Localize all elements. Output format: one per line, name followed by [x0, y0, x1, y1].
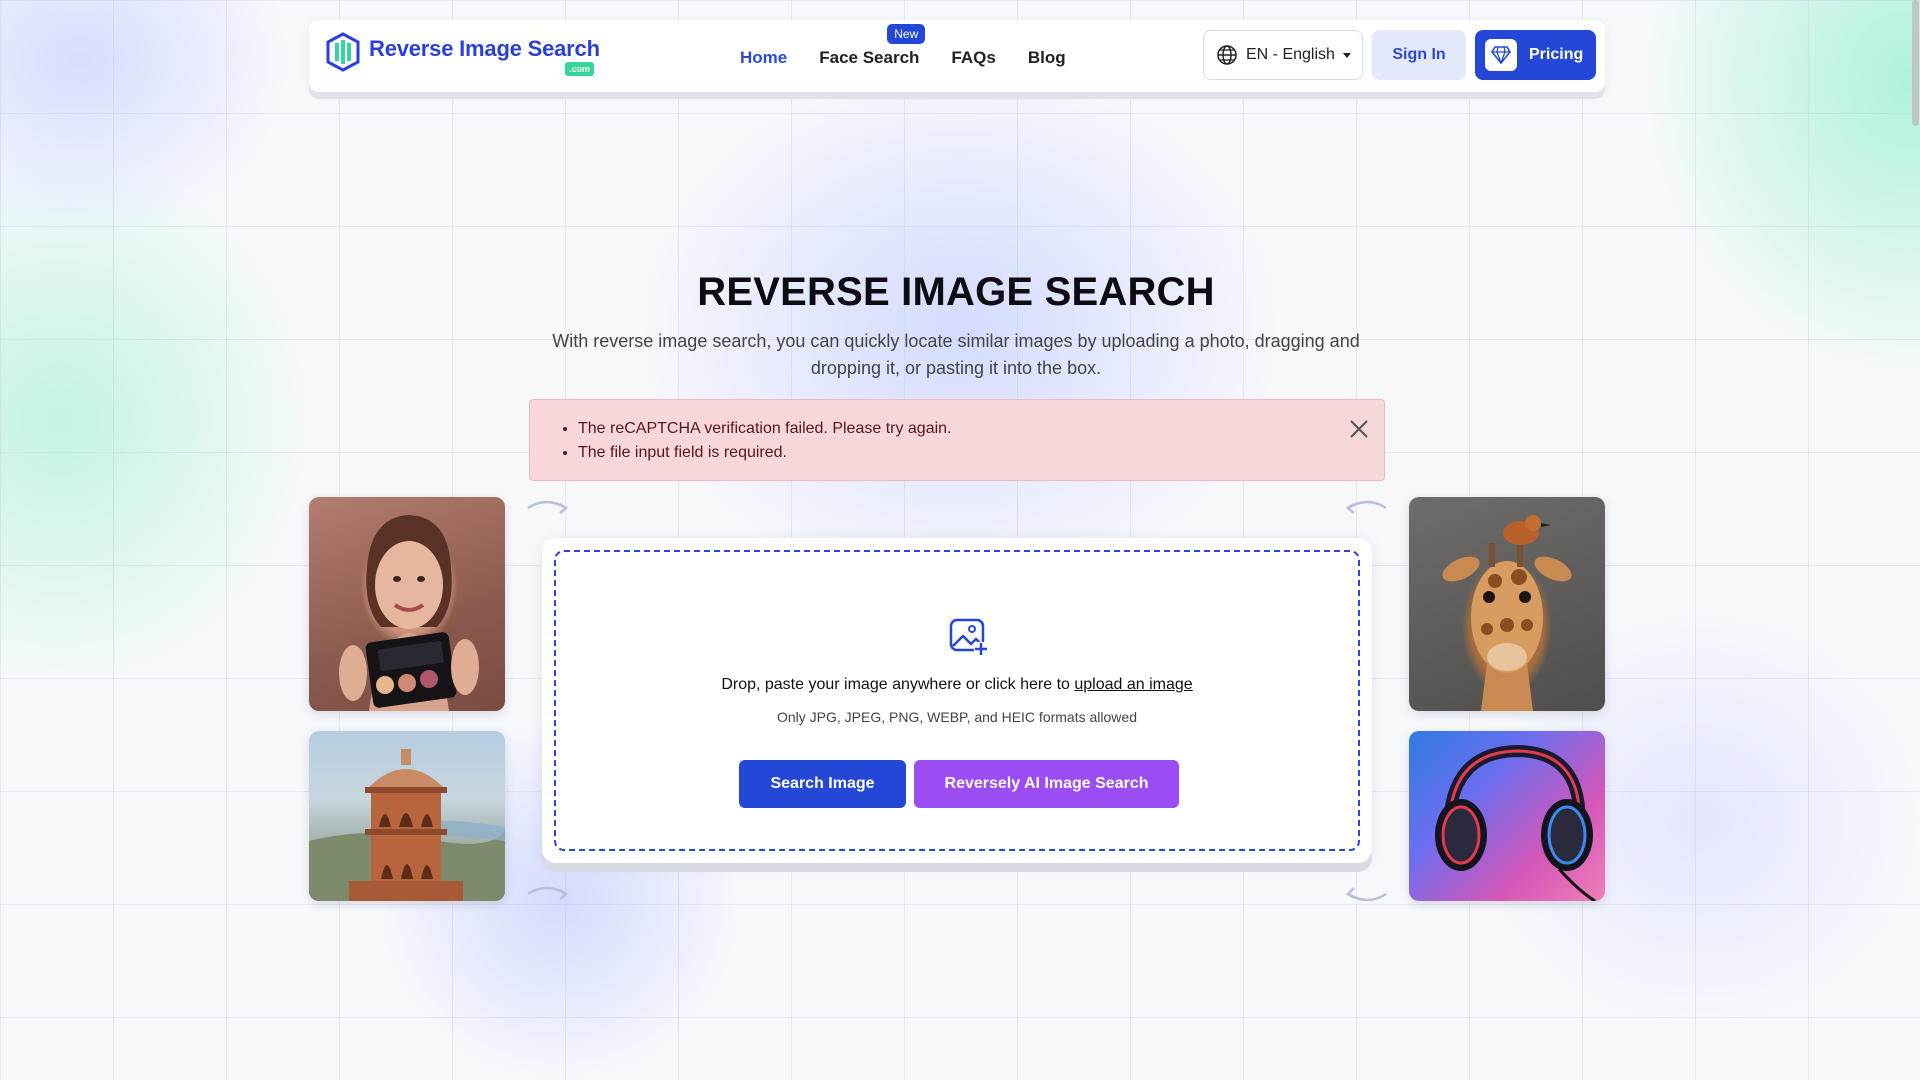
upload-instructions: Drop, paste your image anywhere or click…: [556, 676, 1358, 694]
curved-arrow-icon: [527, 886, 569, 900]
upload-card: Drop, paste your image anywhere or click…: [542, 538, 1372, 863]
close-icon[interactable]: [1348, 418, 1370, 440]
logo-text: Reverse Image Search: [369, 36, 600, 61]
error-alert: The reCAPTCHA verification failed. Pleas…: [529, 399, 1385, 481]
sample-image-headphones[interactable]: [1409, 731, 1605, 901]
globe-icon: [1217, 45, 1237, 65]
page-title: REVERSE IMAGE SEARCH: [697, 270, 1215, 314]
upload-image-link[interactable]: upload an image: [1074, 676, 1192, 693]
page-subtitle: With reverse image search, you can quick…: [552, 331, 1360, 378]
page-scrollbar[interactable]: [1911, 0, 1920, 1080]
nav-face-search[interactable]: Face Search New: [819, 24, 926, 68]
nav-home[interactable]: Home: [740, 48, 787, 68]
error-item: The reCAPTCHA verification failed. Pleas…: [578, 417, 1384, 441]
language-label: EN - English: [1246, 46, 1335, 63]
site-logo[interactable]: Reverse Image Search: [325, 32, 600, 72]
allowed-formats-note: Only JPG, JPEG, PNG, WEBP, and HEIC form…: [777, 709, 1137, 725]
pricing-label: Pricing: [1529, 46, 1584, 63]
caret-down-icon: [1342, 52, 1351, 58]
pricing-button[interactable]: Pricing: [1475, 30, 1596, 80]
curved-arrow-icon: [527, 500, 569, 514]
language-selector[interactable]: EN - English: [1203, 30, 1363, 80]
sample-image-woman[interactable]: [309, 497, 505, 711]
logo-icon: [326, 32, 360, 72]
sign-in-button[interactable]: Sign In: [1372, 30, 1466, 80]
new-badge: New: [887, 24, 926, 44]
error-list: The reCAPTCHA verification failed. Pleas…: [578, 417, 1384, 465]
navbar: Reverse Image Search .com Home Face Sear…: [309, 20, 1605, 92]
search-image-button[interactable]: Search Image: [739, 760, 906, 808]
diamond-icon: [1485, 39, 1517, 71]
main-nav: Home Face Search New FAQs Blog: [740, 24, 1098, 68]
scrollbar-thumb[interactable]: [1912, 0, 1919, 126]
upload-dropzone[interactable]: Drop, paste your image anywhere or click…: [554, 550, 1360, 851]
image-plus-icon: [949, 618, 988, 656]
nav-blog[interactable]: Blog: [1028, 48, 1066, 68]
error-item: The file input field is required.: [578, 441, 1384, 465]
upload-instructions-text: Drop, paste your image anywhere or click…: [721, 676, 1075, 693]
curved-arrow-icon: [1346, 887, 1387, 902]
sample-image-giraffe[interactable]: [1409, 497, 1605, 711]
sample-image-palace[interactable]: [309, 731, 505, 901]
ai-image-search-button[interactable]: Reversely AI Image Search: [914, 760, 1179, 808]
logo-domain-badge: .com: [565, 62, 595, 76]
nav-faqs[interactable]: FAQs: [951, 48, 995, 68]
nav-face-search-label: Face Search: [819, 48, 920, 67]
curved-arrow-icon: [1345, 500, 1387, 514]
